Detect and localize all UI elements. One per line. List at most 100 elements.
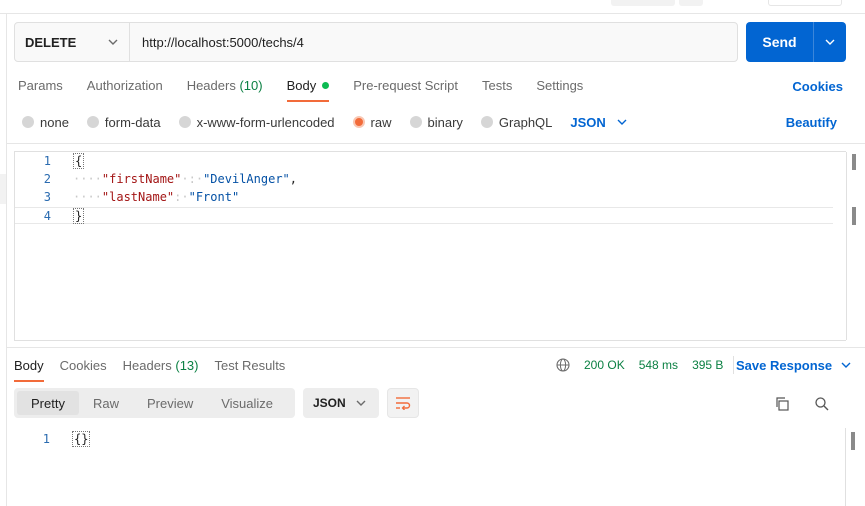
radio-circle (86, 116, 99, 128)
send-options-button[interactable] (814, 22, 846, 62)
body-language-select[interactable]: JSON (570, 115, 627, 130)
radio-label: GraphQL (498, 114, 553, 130)
radio-form-data[interactable]: form-data (86, 115, 161, 130)
radio-binary[interactable]: binary (409, 115, 463, 130)
code-line: 4 } (15, 207, 85, 225)
radio-circle (480, 116, 493, 128)
response-tab-headers[interactable]: Headers (13) (123, 356, 199, 382)
headers-count: (10) (239, 78, 263, 93)
response-tabs: Body Cookies Headers (13) Test Results (14, 356, 301, 382)
editor-scrollbar[interactable] (846, 152, 860, 340)
tab-label: Params (18, 78, 63, 93)
tab-settings[interactable]: Settings (536, 76, 583, 102)
response-format-select[interactable]: JSON (303, 388, 379, 418)
view-mode-visualize[interactable]: Visualize (207, 391, 287, 415)
tab-tests[interactable]: Tests (482, 76, 512, 102)
radio-circle-selected (352, 116, 365, 128)
top-ghost-tab (679, 0, 703, 6)
json-key: "firstName" (101, 172, 182, 186)
left-resize-handle[interactable] (0, 174, 6, 204)
copy-button[interactable] (772, 394, 792, 414)
save-response-label: Save Response (736, 357, 833, 373)
beautify-link[interactable]: Beautify (786, 115, 837, 130)
view-mode-preview[interactable]: Preview (133, 391, 207, 415)
chevron-down-icon (617, 119, 627, 125)
radio-raw[interactable]: raw (352, 114, 392, 130)
response-size[interactable]: 395 B (692, 358, 723, 372)
request-tabs: Params Authorization Headers (10) Body P… (18, 76, 607, 102)
line-number: 4 (43, 209, 51, 223)
line-number: 3 (43, 190, 51, 204)
tab-label: Cookies (59, 358, 107, 373)
url-input[interactable]: http://localhost:5000/techs/4 (130, 23, 737, 61)
top-ghost-tab (611, 0, 675, 6)
scrollbar-thumb[interactable] (851, 432, 855, 450)
json-value: "DevilAnger" (203, 172, 290, 186)
line-number: 2 (43, 172, 51, 186)
code-line: 1 { (15, 152, 85, 170)
send-button[interactable]: Send (746, 22, 846, 62)
current-line-highlight (15, 207, 833, 224)
wrap-lines-button[interactable] (387, 388, 419, 418)
tab-body[interactable]: Body (286, 76, 330, 102)
response-status: 200 OK 548 ms 395 B (556, 356, 735, 374)
view-mode-selector: Pretty Raw Preview Visualize (14, 388, 295, 418)
tab-label: Headers (122, 358, 172, 373)
tab-headers[interactable]: Headers (10) (187, 76, 263, 102)
copy-icon (776, 397, 789, 411)
radio-label: x-www-form-urlencoded (196, 114, 335, 130)
chevron-down-icon (825, 39, 835, 45)
tab-label: Headers (186, 78, 236, 93)
whitespace: ···· (73, 190, 102, 204)
body-language-label: JSON (570, 114, 606, 130)
response-time[interactable]: 548 ms (639, 358, 678, 372)
code-line: 1 {} (14, 430, 91, 448)
tab-authorization[interactable]: Authorization (87, 76, 163, 102)
radio-graphql[interactable]: GraphQL (480, 114, 553, 130)
response-scrollbar[interactable] (845, 428, 859, 506)
radio-x-www-form-urlencoded[interactable]: x-www-form-urlencoded (178, 114, 335, 130)
json-key: "lastName" (101, 190, 175, 204)
line-number: 1 (42, 432, 50, 446)
code-line: 2 ····"firstName"·:·"DevilAnger", (15, 170, 297, 188)
line-number: 1 (43, 154, 51, 168)
response-tab-cookies[interactable]: Cookies (60, 356, 107, 382)
tab-params[interactable]: Params (18, 76, 63, 102)
response-tab-body[interactable]: Body (14, 356, 44, 382)
method-select[interactable]: DELETE (15, 23, 130, 61)
chevron-down-icon (108, 39, 118, 45)
scrollbar-thumb[interactable] (852, 154, 856, 170)
response-body-viewer[interactable]: 1 {} (14, 428, 859, 506)
divider (6, 143, 865, 144)
view-mode-pretty[interactable]: Pretty (17, 391, 79, 415)
status-code[interactable]: 200 OK (584, 358, 625, 372)
tab-label: Settings (536, 78, 584, 93)
chevron-down-icon (841, 362, 851, 368)
code-line: 3 ····"lastName":·"Front" (15, 188, 239, 206)
view-mode-raw[interactable]: Raw (79, 391, 133, 415)
top-ghost-tab (768, 0, 842, 6)
body-type-row: none form-data x-www-form-urlencoded raw… (22, 113, 628, 131)
radio-circle (409, 116, 422, 128)
method-label: DELETE (25, 34, 77, 50)
chevron-down-icon (356, 400, 366, 406)
search-button[interactable] (812, 394, 832, 414)
radio-label: raw (370, 114, 392, 130)
left-border (6, 14, 7, 506)
divider (733, 356, 735, 374)
colon: :· (174, 190, 189, 204)
save-response-button[interactable]: Save Response (736, 356, 852, 374)
wrap-lines-icon (396, 397, 411, 410)
radio-circle (22, 116, 34, 128)
radio-none[interactable]: none (22, 115, 69, 130)
globe-icon[interactable] (556, 358, 570, 372)
search-icon (815, 397, 829, 411)
tab-pre-request-script[interactable]: Pre-request Script (353, 76, 458, 102)
cookies-link[interactable]: Cookies (792, 79, 843, 94)
scrollbar-marker (852, 207, 856, 225)
whitespace: ···· (73, 172, 102, 186)
response-tab-test-results[interactable]: Test Results (215, 356, 286, 382)
radio-circle (178, 116, 191, 128)
request-bar: DELETE http://localhost:5000/techs/4 (14, 22, 738, 62)
request-body-editor[interactable]: 1 { 2 ····"firstName"·:·"DevilAnger", 3 … (14, 151, 860, 341)
